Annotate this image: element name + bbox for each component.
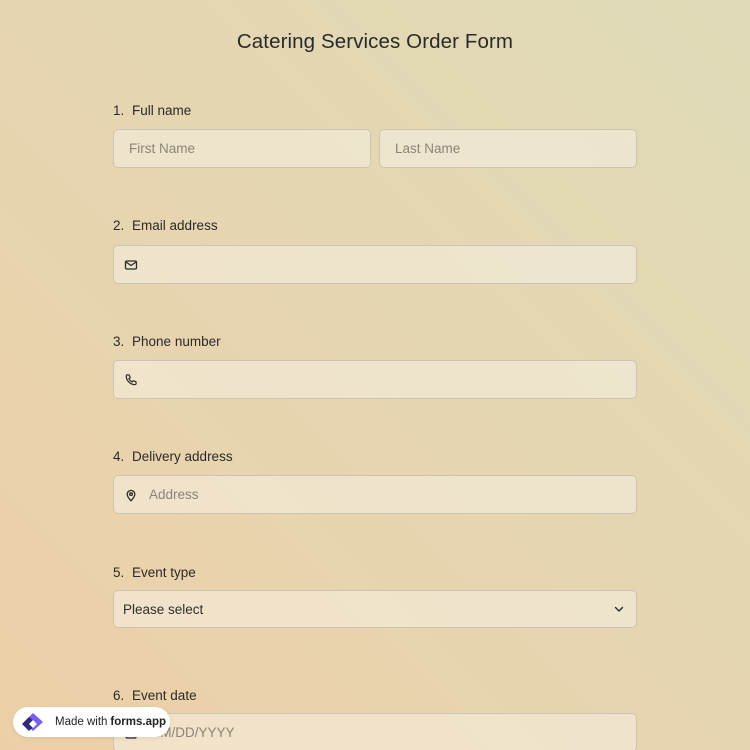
question-text: Event date	[132, 688, 197, 703]
question-number: 3.	[113, 334, 125, 349]
question-label: 6. Event date	[113, 687, 637, 705]
question-text: Phone number	[132, 334, 221, 349]
phone-icon	[124, 373, 138, 387]
question-delivery-address: 4. Delivery address	[113, 448, 637, 466]
forms-app-logo	[19, 711, 49, 733]
question-label: 4. Delivery address	[113, 448, 637, 466]
chevron-down-icon[interactable]	[612, 602, 626, 616]
mail-icon	[124, 258, 138, 272]
address-input[interactable]: Address	[113, 475, 637, 514]
phone-input[interactable]	[113, 360, 637, 399]
question-number: 2.	[113, 218, 125, 233]
question-label: 1. Full name	[113, 102, 637, 120]
question-number: 4.	[113, 449, 125, 464]
badge-prefix: Made with	[55, 716, 108, 728]
last-name-placeholder: Last Name	[395, 141, 461, 156]
form-title: Catering Services Order Form	[236, 30, 514, 53]
question-phone: 3. Phone number	[113, 333, 637, 351]
question-text: Delivery address	[132, 449, 233, 464]
question-label: 5. Event type	[113, 564, 637, 582]
question-number: 1.	[113, 103, 125, 118]
question-event-date: 6. Event date	[113, 687, 637, 705]
made-with-badge[interactable]: Made with forms.app	[13, 707, 170, 737]
question-label: 2. Email address	[113, 217, 637, 235]
question-text: Email address	[132, 218, 218, 233]
question-text: Full name	[132, 103, 192, 118]
event-date-input[interactable]: MM/DD/YYYY	[113, 713, 637, 750]
question-full-name: 1. Full name	[113, 102, 637, 120]
location-pin-icon	[124, 488, 138, 502]
badge-brand: forms.app	[110, 716, 167, 728]
first-name-input[interactable]: First Name	[113, 129, 371, 168]
address-placeholder: Address	[149, 487, 199, 502]
question-event-type: 5. Event type	[113, 564, 637, 582]
question-email: 2. Email address	[113, 217, 637, 235]
last-name-input[interactable]: Last Name	[379, 129, 637, 168]
first-name-placeholder: First Name	[129, 141, 196, 156]
question-number: 5.	[113, 565, 125, 580]
event-type-select[interactable]: Please select	[113, 590, 637, 628]
question-text: Event type	[132, 565, 196, 580]
event-type-value: Please select	[123, 601, 204, 617]
question-label: 3. Phone number	[113, 333, 637, 351]
question-number: 6.	[113, 688, 125, 703]
email-input[interactable]	[113, 245, 637, 284]
